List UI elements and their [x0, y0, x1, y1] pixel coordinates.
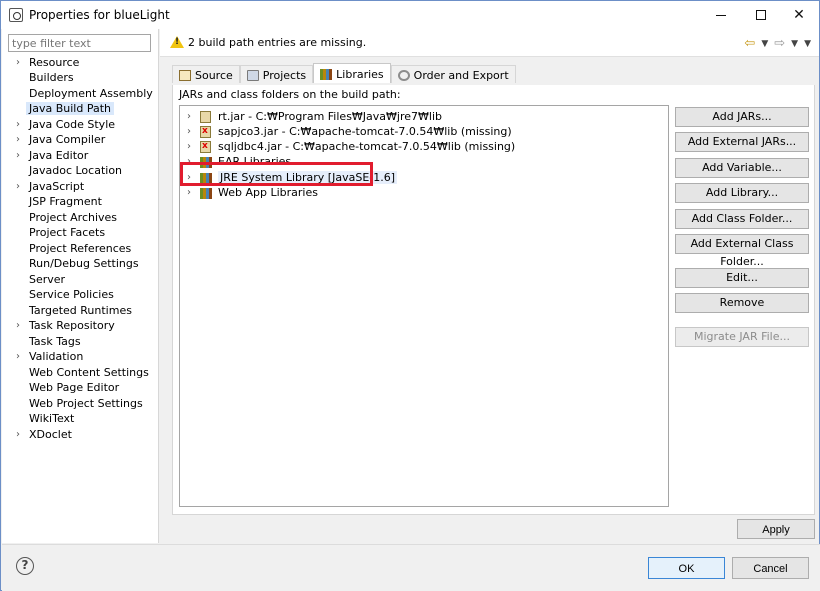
title-bar: Properties for blueLight ✕ — [1, 1, 819, 29]
filter-input[interactable] — [8, 34, 151, 52]
view-menu-icon[interactable]: ▼ — [804, 39, 811, 51]
chevron-down-icon[interactable]: ▼ — [791, 39, 798, 51]
sidebar: ›Resource Builders Deployment Assembly J… — [2, 29, 159, 543]
sidebar-item-project-archives[interactable]: Project Archives — [2, 211, 159, 226]
add-external-class-folder-button[interactable]: Add External Class Folder... — [675, 234, 809, 268]
forward-arrow-icon[interactable]: ⇨ — [774, 36, 785, 51]
tab-order-and-export[interactable]: Order and Export — [390, 65, 516, 83]
add-variable-button[interactable]: Add Variable... — [675, 158, 809, 178]
add-class-folder-button[interactable]: Add Class Folder... — [675, 209, 809, 229]
message-bar: 2 build path entries are missing. ⇦ ▼ ⇨ … — [160, 29, 819, 57]
sidebar-item-resource[interactable]: › Resource — [2, 56, 159, 71]
add-jars-button[interactable]: Add JARs... — [675, 107, 809, 127]
minimize-button[interactable] — [701, 1, 741, 29]
add-library-button[interactable]: Add Library... — [675, 183, 809, 203]
sidebar-item-javadoc-location[interactable]: Javadoc Location — [2, 164, 159, 179]
sidebar-item-server[interactable]: Server — [2, 273, 159, 288]
window-title: Properties for blueLight — [29, 8, 170, 22]
warning-message: 2 build path entries are missing. — [188, 36, 367, 49]
sidebar-item-web-page-editor[interactable]: Web Page Editor — [2, 381, 159, 396]
sidebar-item-run-debug-settings[interactable]: Run/Debug Settings — [2, 257, 159, 272]
properties-dialog: Properties for blueLight ✕ ›Resource Bui… — [0, 0, 820, 591]
libraries-tab-content: JARs and class folders on the build path… — [172, 85, 815, 515]
tab-source[interactable]: Source — [172, 65, 240, 83]
missing-jar-icon — [200, 141, 211, 153]
chevron-right-icon[interactable]: › — [16, 429, 20, 440]
missing-jar-icon — [200, 126, 211, 138]
sidebar-item-web-project-settings[interactable]: Web Project Settings — [2, 397, 159, 412]
chevron-right-icon[interactable]: › — [16, 57, 20, 68]
projects-icon — [246, 69, 259, 81]
sidebar-item-jsp-fragment[interactable]: JSP Fragment — [2, 195, 159, 210]
sidebar-item-deployment-assembly[interactable]: Deployment Assembly — [2, 87, 159, 102]
jar-icon — [200, 111, 211, 123]
migrate-jar-button[interactable]: Migrate JAR File... — [675, 327, 809, 347]
source-folder-icon — [179, 69, 191, 81]
sidebar-item-javascript[interactable]: › JavaScript — [2, 180, 159, 195]
sidebar-item-java-editor[interactable]: › Java Editor — [2, 149, 159, 164]
chevron-right-icon[interactable]: › — [16, 150, 20, 161]
apply-button[interactable]: Apply — [737, 519, 815, 539]
sidebar-item-java-build-path[interactable]: Java Build Path — [2, 102, 159, 117]
sidebar-item-xdoclet[interactable]: › XDoclet — [2, 428, 159, 443]
cancel-button[interactable]: Cancel — [732, 557, 809, 579]
sidebar-item-builders[interactable]: Builders — [2, 71, 159, 86]
sidebar-item-task-repository[interactable]: › Task Repository — [2, 319, 159, 334]
tab-bar: Source Projects Libraries Order and Expo… — [172, 63, 516, 83]
close-icon: ✕ — [793, 7, 805, 23]
back-arrow-icon[interactable]: ⇦ — [744, 36, 755, 51]
eclipse-app-icon — [9, 8, 23, 22]
tab-projects[interactable]: Projects — [239, 65, 314, 83]
library-icon — [200, 188, 212, 199]
chevron-right-icon[interactable]: › — [16, 181, 20, 192]
sidebar-item-java-compiler[interactable]: › Java Compiler — [2, 133, 159, 148]
sidebar-item-targeted-runtimes[interactable]: Targeted Runtimes — [2, 304, 159, 319]
chevron-right-icon[interactable]: › — [187, 187, 191, 198]
chevron-right-icon[interactable]: › — [187, 156, 191, 167]
maximize-button[interactable] — [741, 1, 781, 29]
chevron-right-icon[interactable]: › — [16, 351, 20, 362]
chevron-right-icon[interactable]: › — [187, 126, 191, 137]
sidebar-item-project-references[interactable]: Project References — [2, 242, 159, 257]
library-icon — [200, 157, 212, 168]
add-external-jars-button[interactable]: Add External JARs... — [675, 132, 809, 152]
dialog-footer: ? OK Cancel — [2, 544, 820, 591]
close-button[interactable]: ✕ — [779, 1, 819, 29]
library-icon — [200, 173, 212, 184]
ok-button[interactable]: OK — [648, 557, 725, 579]
chevron-right-icon[interactable]: › — [16, 320, 20, 331]
libraries-heading: JARs and class folders on the build path… — [179, 88, 401, 101]
sidebar-item-validation[interactable]: › Validation — [2, 350, 159, 365]
build-path-list[interactable]: › rt.jar - C:₩Program Files₩Java₩jre7₩lib… — [179, 105, 669, 507]
sidebar-item-web-content-settings[interactable]: Web Content Settings — [2, 366, 159, 381]
sidebar-item-java-code-style[interactable]: › Java Code Style — [2, 118, 159, 133]
tab-libraries[interactable]: Libraries — [313, 63, 391, 83]
edit-button[interactable]: Edit... — [675, 268, 809, 288]
maximize-icon — [756, 10, 766, 20]
chevron-right-icon[interactable]: › — [187, 111, 191, 122]
warning-icon — [170, 36, 184, 48]
history-nav: ⇦ ▼ ⇨ ▼ ▼ — [744, 36, 811, 51]
help-icon[interactable]: ? — [16, 557, 34, 575]
main-panel: 2 build path entries are missing. ⇦ ▼ ⇨ … — [160, 29, 819, 543]
chevron-right-icon[interactable]: › — [16, 119, 20, 130]
sidebar-item-task-tags[interactable]: Task Tags — [2, 335, 159, 350]
sidebar-item-project-facets[interactable]: Project Facets — [2, 226, 159, 241]
minimize-icon — [716, 14, 726, 16]
sidebar-item-service-policies[interactable]: Service Policies — [2, 288, 159, 303]
chevron-right-icon[interactable]: › — [16, 134, 20, 145]
chevron-down-icon[interactable]: ▼ — [761, 39, 768, 51]
chevron-right-icon[interactable]: › — [187, 141, 191, 152]
order-export-icon — [397, 69, 410, 81]
sidebar-item-wikitext[interactable]: WikiText — [2, 412, 159, 427]
libraries-icon — [320, 68, 333, 80]
chevron-right-icon[interactable]: › — [187, 172, 191, 183]
remove-button[interactable]: Remove — [675, 293, 809, 313]
